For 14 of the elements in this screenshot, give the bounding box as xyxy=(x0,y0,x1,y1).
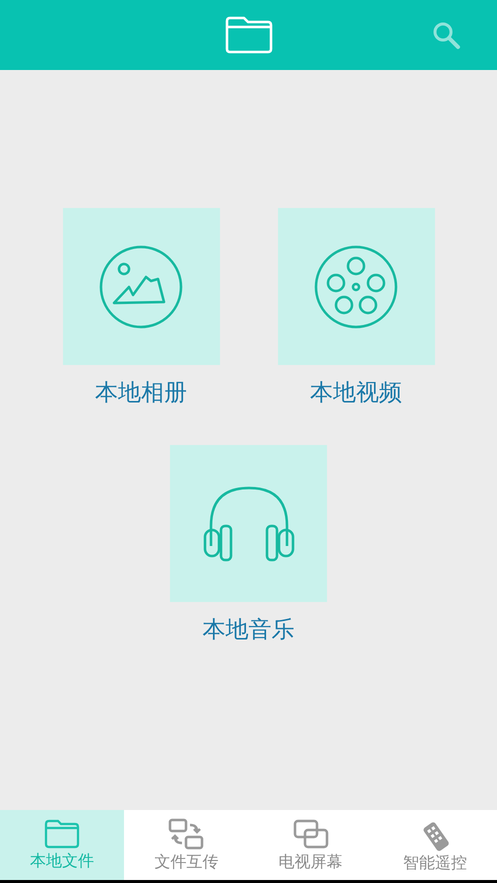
media-tile[interactable] xyxy=(278,208,434,365)
tile-label: 本地视频 xyxy=(310,379,402,407)
picture-icon xyxy=(99,244,183,328)
nav-tab[interactable]: 本地文件 xyxy=(0,810,124,880)
search-icon[interactable] xyxy=(431,20,461,50)
transfer-icon xyxy=(168,818,204,850)
media-tile[interactable] xyxy=(62,208,220,365)
folder-icon[interactable] xyxy=(224,15,274,55)
folder-icon xyxy=(44,819,80,849)
tile-label: 本地相册 xyxy=(95,379,187,407)
tile-label: 本地音乐 xyxy=(202,616,294,644)
film-reel-icon xyxy=(314,244,398,328)
overlapping-screens-icon xyxy=(292,818,329,850)
media-tile[interactable] xyxy=(170,445,327,602)
